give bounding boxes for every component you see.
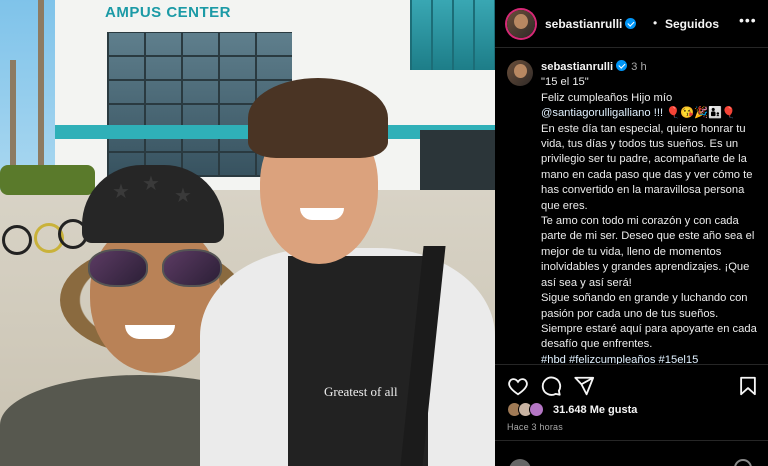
post-timestamp: Hace 3 horas	[507, 422, 563, 432]
smile	[300, 208, 344, 220]
palm-tree	[10, 60, 16, 170]
following-button[interactable]: Seguidos	[665, 17, 719, 31]
share-icon[interactable]	[573, 375, 595, 397]
star-icon: ★	[112, 181, 130, 203]
caption-line: Feliz cumpleaños Hijo mío	[541, 91, 673, 104]
likes-row[interactable]: 31.648 Me gusta	[507, 402, 757, 420]
post-panel: sebastianrulli • Seguidos ••• sebastianr…	[495, 0, 768, 466]
building-sign: AMPUS CENTER	[105, 4, 232, 21]
bookmark-icon[interactable]	[737, 375, 759, 397]
comment-icon[interactable]	[540, 375, 562, 397]
caption-username[interactable]: sebastianrulli	[541, 61, 613, 73]
avatar	[509, 459, 531, 466]
star-icon: ★	[174, 185, 192, 207]
star-icon: ★	[142, 173, 160, 195]
action-bar	[495, 364, 768, 404]
caption-paragraph: Siempre estaré aquí para apoyarte en cad…	[541, 322, 757, 351]
comment-bar	[495, 440, 768, 466]
heart-icon[interactable]	[507, 375, 529, 397]
person-son: Greatest of all	[200, 78, 495, 466]
caption-line: "15 el 15"	[541, 76, 589, 89]
emoji-icon[interactable]	[734, 459, 752, 466]
caption-time: 3 h	[631, 61, 647, 73]
post-photo[interactable]: AMPUS CENTER ★ ★ ★ Greatest of all	[0, 0, 495, 466]
caption-paragraph: Sigue soñando en grande y luchando con p…	[541, 292, 748, 320]
liker-avatar	[529, 402, 544, 417]
avatar[interactable]	[507, 60, 533, 86]
more-icon[interactable]: •••	[739, 12, 757, 28]
caption: sebastianrulli 3 h "15 el 15" Feliz cumpl…	[541, 60, 761, 364]
caption-area[interactable]: sebastianrulli 3 h "15 el 15" Feliz cumpl…	[495, 48, 768, 364]
smile	[125, 325, 175, 339]
caption-paragraph: En este día tan especial, quiero honrar …	[541, 122, 753, 212]
hair	[248, 78, 388, 158]
caption-mention[interactable]: @santiagorulligalliano !!! 🎈😘🎉👨‍👦🎈	[541, 106, 761, 121]
caption-paragraph: Te amo con todo mi corazón y con cada pa…	[541, 215, 755, 289]
shirt-print: Greatest of all	[324, 384, 398, 399]
verified-icon	[616, 60, 628, 71]
likes-count[interactable]: 31.648 Me gusta	[553, 404, 637, 416]
post-header: sebastianrulli • Seguidos •••	[495, 0, 768, 48]
separator-dot: •	[653, 16, 658, 30]
palm-tree	[38, 0, 44, 170]
verified-icon	[625, 18, 637, 29]
caption-hashtags[interactable]: #hbd #felizcumpleaños #15el15	[541, 353, 761, 364]
username-link[interactable]: sebastianrulli	[545, 17, 637, 31]
username-text: sebastianrulli	[545, 17, 623, 31]
glass-facade-right	[410, 0, 495, 70]
avatar[interactable]	[507, 10, 535, 38]
